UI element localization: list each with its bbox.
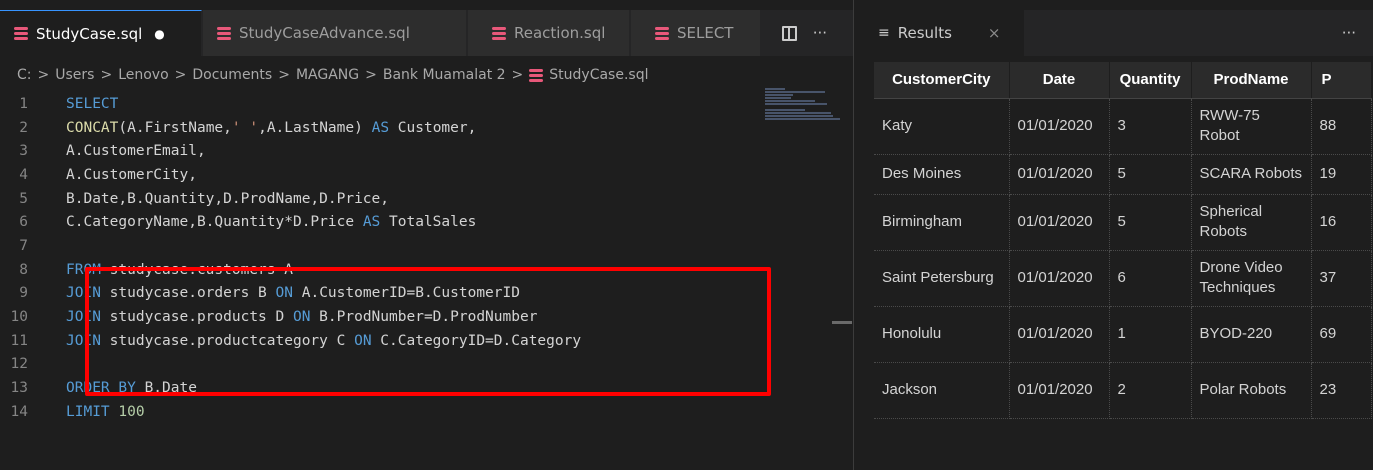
sql-editor-pane: StudyCase.sql ● StudyCaseAdvance.sql Rea… bbox=[0, 0, 853, 470]
database-icon bbox=[529, 68, 544, 82]
tab-reaction[interactable]: Reaction.sql bbox=[468, 10, 630, 56]
tab-results[interactable]: ≡ Results × bbox=[854, 10, 1024, 56]
cell-quantity[interactable]: 5 bbox=[1109, 154, 1192, 195]
breadcrumb-item[interactable]: C: bbox=[17, 67, 32, 83]
tab-label: StudyCaseAdvance.sql bbox=[239, 24, 410, 42]
minimap[interactable] bbox=[765, 88, 845, 128]
breadcrumb: C: > Users > Lenovo > Documents > MAGANG… bbox=[17, 67, 649, 83]
tab-label: Reaction.sql bbox=[514, 24, 606, 42]
code-line: 4 A.CustomerCity, bbox=[19, 166, 197, 183]
cell-prodname[interactable]: RWW-75 Robot bbox=[1191, 98, 1312, 155]
editor-scrollbar[interactable] bbox=[845, 56, 853, 470]
cell-date[interactable]: 01/01/2020 bbox=[1009, 154, 1110, 195]
database-icon bbox=[492, 26, 506, 40]
cell-quantity[interactable]: 1 bbox=[1109, 306, 1192, 363]
code-line: 5 B.Date,B.Quantity,D.ProdName,D.Price, bbox=[19, 190, 390, 207]
tab-studycase[interactable]: StudyCase.sql ● bbox=[0, 10, 202, 56]
cell-quantity[interactable]: 2 bbox=[1109, 362, 1192, 419]
table-row[interactable]: Saint Petersburg 01/01/2020 6 Drone Vide… bbox=[874, 250, 1372, 307]
tab-label: Results bbox=[897, 24, 952, 42]
header-row: CustomerCity Date Quantity ProdName P bbox=[874, 62, 1372, 99]
code-line: 6 C.CategoryName,B.Quantity*D.Price AS To… bbox=[19, 214, 477, 231]
scroll-position-marker bbox=[832, 321, 852, 324]
database-icon bbox=[14, 27, 28, 40]
split-editor-icon[interactable] bbox=[781, 25, 797, 41]
cell-price[interactable]: 37 bbox=[1311, 250, 1372, 307]
cell-city[interactable]: Saint Petersburg bbox=[874, 250, 1010, 307]
editor-actions: ··· bbox=[781, 10, 827, 56]
editor-tab-bar: StudyCase.sql ● StudyCaseAdvance.sql Rea… bbox=[0, 10, 853, 56]
cell-date[interactable]: 01/01/2020 bbox=[1009, 194, 1110, 251]
cell-city[interactable]: Des Moines bbox=[874, 154, 1010, 195]
results-pane: ≡ Results × ··· CustomerCity Date Quanti… bbox=[853, 0, 1373, 470]
table-row[interactable]: Jackson 01/01/2020 2 Polar Robots 23 bbox=[874, 362, 1372, 419]
more-actions-icon[interactable]: ··· bbox=[1342, 10, 1356, 56]
table-row[interactable]: Honolulu 01/01/2020 1 BYOD-220 69 bbox=[874, 306, 1372, 363]
breadcrumb-item[interactable]: Documents bbox=[192, 67, 272, 83]
cell-city[interactable]: Katy bbox=[874, 98, 1010, 155]
unsaved-dot-icon[interactable]: ● bbox=[154, 27, 164, 41]
cell-price[interactable]: 69 bbox=[1311, 306, 1372, 363]
breadcrumb-item[interactable]: Lenovo bbox=[118, 67, 168, 83]
cell-date[interactable]: 01/01/2020 bbox=[1009, 362, 1110, 419]
cell-city[interactable]: Honolulu bbox=[874, 306, 1010, 363]
tab-studycaseadvance[interactable]: StudyCaseAdvance.sql bbox=[203, 10, 467, 56]
breadcrumb-item[interactable]: Bank Muamalat 2 bbox=[383, 67, 506, 83]
close-icon[interactable]: × bbox=[988, 24, 1001, 42]
code-line: 1 SELECT bbox=[19, 95, 119, 112]
breadcrumb-item[interactable]: Users bbox=[55, 67, 94, 83]
breadcrumb-item[interactable]: StudyCase.sql bbox=[549, 67, 648, 83]
cell-date[interactable]: 01/01/2020 bbox=[1009, 250, 1110, 307]
table-row[interactable]: Des Moines 01/01/2020 5 SCARA Robots 19 bbox=[874, 154, 1372, 195]
code-line: 3 A.CustomerEmail, bbox=[19, 143, 206, 160]
table-row[interactable]: Birmingham 01/01/2020 5 Spherical Robots… bbox=[874, 194, 1372, 251]
cell-prodname[interactable]: Polar Robots bbox=[1191, 362, 1312, 419]
cell-price[interactable]: 88 bbox=[1311, 98, 1372, 155]
cell-date[interactable]: 01/01/2020 bbox=[1009, 306, 1110, 363]
more-actions-icon[interactable]: ··· bbox=[813, 24, 827, 42]
results-grid[interactable]: CustomerCity Date Quantity ProdName P Ka… bbox=[874, 62, 1372, 419]
cell-prodname[interactable]: BYOD-220 bbox=[1191, 306, 1312, 363]
table-row[interactable]: Katy 01/01/2020 3 RWW-75 Robot 88 bbox=[874, 98, 1372, 155]
code-line: 7 bbox=[19, 237, 28, 254]
cell-date[interactable]: 01/01/2020 bbox=[1009, 98, 1110, 155]
database-icon bbox=[217, 26, 231, 40]
cell-price[interactable]: 16 bbox=[1311, 194, 1372, 251]
cell-city[interactable]: Jackson bbox=[874, 362, 1010, 419]
column-header[interactable]: P bbox=[1311, 62, 1372, 99]
cell-price[interactable]: 23 bbox=[1311, 362, 1372, 419]
cell-prodname[interactable]: Drone Video Techniques bbox=[1191, 250, 1312, 307]
tab-label: SELECT bbox=[677, 24, 734, 42]
highlight-annotation-box bbox=[85, 267, 771, 396]
cell-price[interactable]: 19 bbox=[1311, 154, 1372, 195]
cell-prodname[interactable]: Spherical Robots bbox=[1191, 194, 1312, 251]
column-header[interactable]: Date bbox=[1009, 62, 1110, 99]
code-line: 14 LIMIT 100 bbox=[10, 403, 145, 420]
cell-prodname[interactable]: SCARA Robots bbox=[1191, 154, 1312, 195]
column-header[interactable]: CustomerCity bbox=[874, 62, 1010, 99]
results-list-icon: ≡ bbox=[878, 25, 890, 41]
column-header[interactable]: ProdName bbox=[1191, 62, 1312, 99]
database-icon bbox=[655, 26, 669, 40]
cell-quantity[interactable]: 5 bbox=[1109, 194, 1192, 251]
breadcrumb-item[interactable]: MAGANG bbox=[296, 67, 359, 83]
results-tab-bar: ≡ Results × ··· bbox=[854, 10, 1373, 56]
tab-select[interactable]: SELECT bbox=[631, 10, 761, 56]
code-line: 2 CONCAT(A.FirstName,' ',A.LastName) AS C… bbox=[19, 119, 477, 136]
cell-city[interactable]: Birmingham bbox=[874, 194, 1010, 251]
tab-label: StudyCase.sql bbox=[36, 24, 143, 43]
cell-quantity[interactable]: 3 bbox=[1109, 98, 1192, 155]
column-header[interactable]: Quantity bbox=[1109, 62, 1192, 99]
cell-quantity[interactable]: 6 bbox=[1109, 250, 1192, 307]
